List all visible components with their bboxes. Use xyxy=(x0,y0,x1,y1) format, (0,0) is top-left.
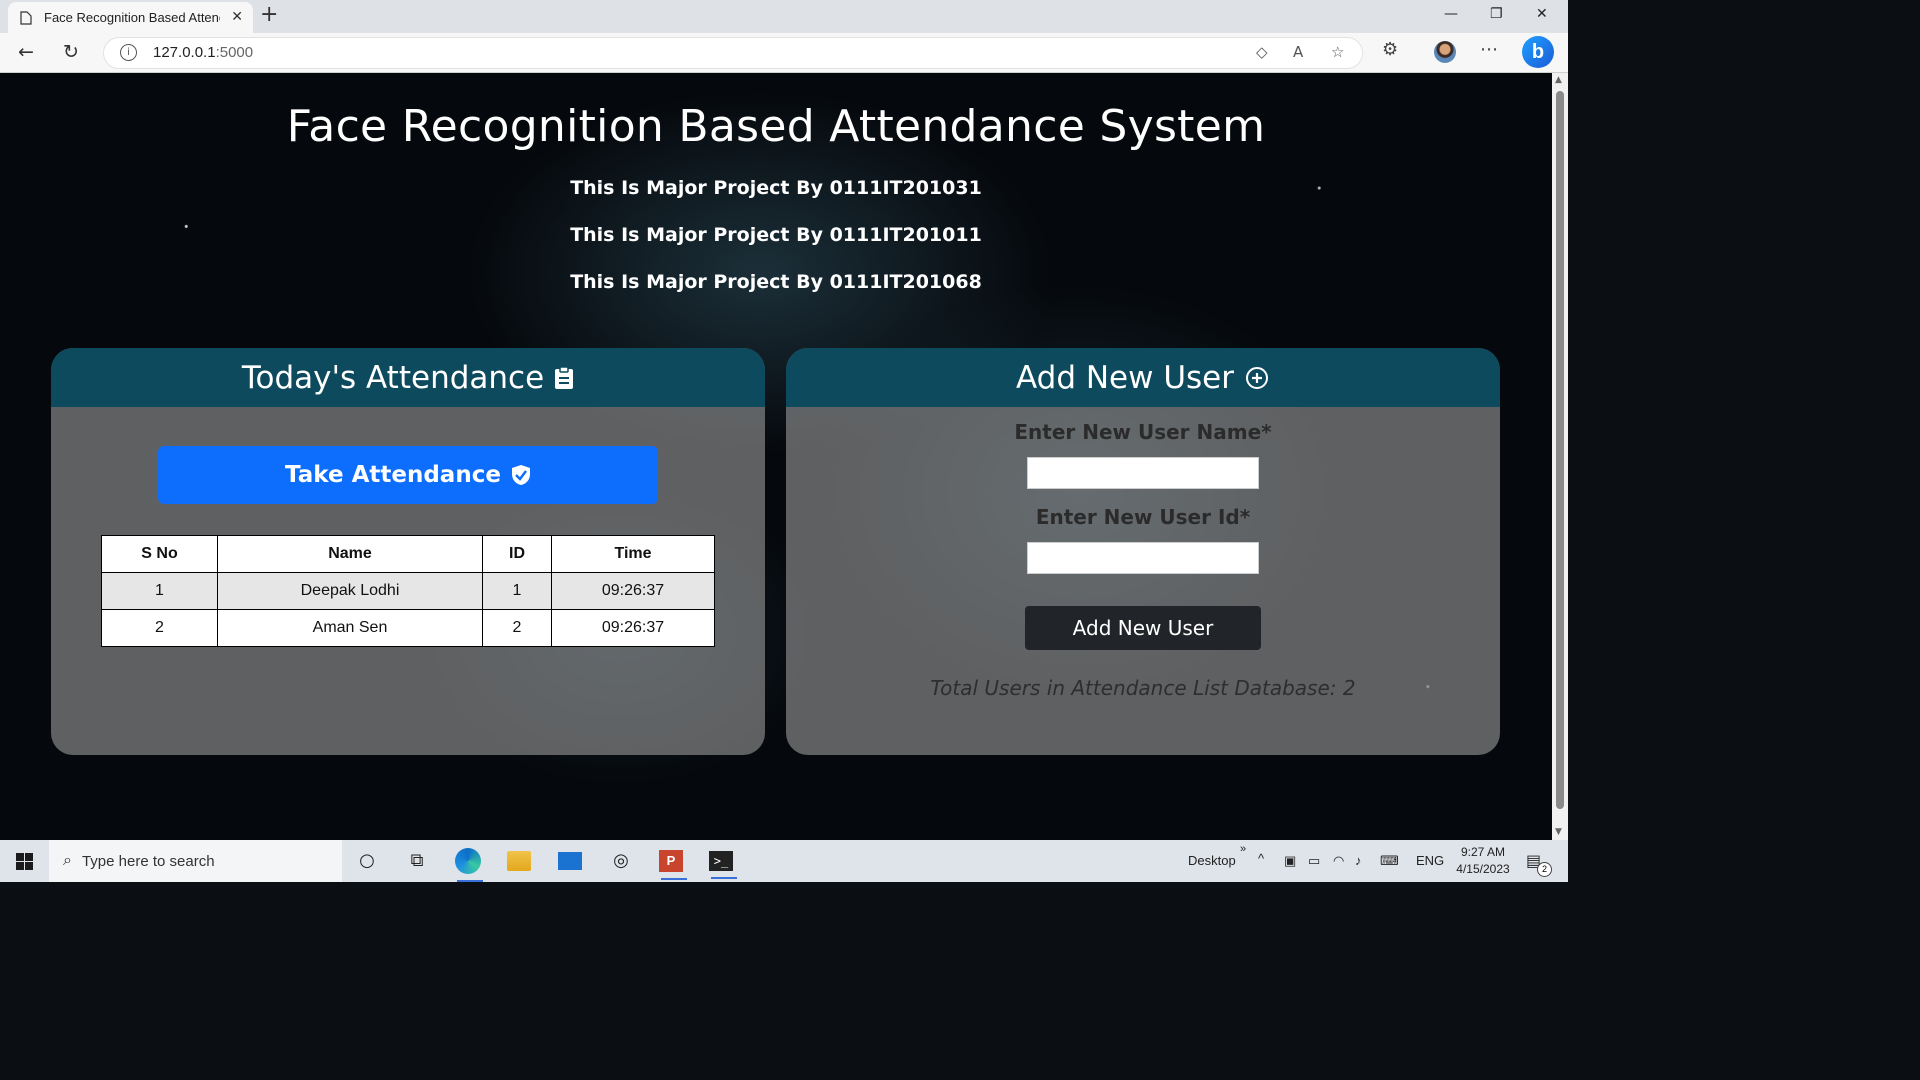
wifi-icon[interactable]: ◠ xyxy=(1333,853,1344,869)
attendance-table: S No Name ID Time 1 Deepak Lodhi 1 09:26… xyxy=(101,535,715,647)
attendance-header: Today's Attendance xyxy=(51,348,765,407)
user-id-label: Enter New User Id* xyxy=(1035,505,1251,529)
user-name-input[interactable] xyxy=(1027,457,1259,489)
cell-time: 09:26:37 xyxy=(551,609,715,647)
scroll-thumb[interactable] xyxy=(1556,91,1564,809)
page-title: Face Recognition Based Attendance System xyxy=(286,101,1266,152)
table-row: 1 Deepak Lodhi 1 09:26:37 xyxy=(101,572,715,610)
keyboard-icon[interactable]: ⌨ xyxy=(1380,853,1399,869)
take-attendance-label: Take Attendance xyxy=(285,462,501,488)
col-time: Time xyxy=(551,535,715,573)
reload-icon[interactable]: ↻ xyxy=(63,41,79,63)
address-bar-row: ← ↻ i 127.0.0.1:5000 ◇ A ☆ ⚙ ⋯ xyxy=(0,33,1568,73)
more-menu-icon[interactable]: ⋯ xyxy=(1480,39,1498,60)
volume-icon[interactable]: ♪ xyxy=(1355,853,1362,868)
add-user-panel: Add New User Enter New User Name* Enter … xyxy=(786,348,1500,755)
search-icon: ⌕ xyxy=(63,852,72,869)
taskbar: ⌕ Type here to search ○ ⧉ ◎ P >_ Desktop… xyxy=(0,840,1568,882)
task-view-icon[interactable]: ⧉ xyxy=(402,848,432,874)
cell-name: Aman Sen xyxy=(217,609,483,647)
restore-icon[interactable]: ❐ xyxy=(1490,6,1503,22)
language-indicator[interactable]: ENG xyxy=(1416,853,1444,868)
taskbar-search[interactable]: ⌕ Type here to search xyxy=(49,840,342,882)
mail-icon[interactable] xyxy=(558,852,582,870)
subtitle-3: This Is Major Project By 0111IT201068 xyxy=(570,271,982,293)
table-row: 2 Aman Sen 2 09:26:37 xyxy=(101,609,715,647)
add-user-heading: Add New User xyxy=(1016,359,1234,396)
clock-date: 4/15/2023 xyxy=(1456,862,1510,876)
tab-title: Face Recognition Based Attendar xyxy=(44,10,220,25)
terminal-icon[interactable]: >_ xyxy=(709,851,737,879)
cortana-icon[interactable]: ○ xyxy=(352,848,382,874)
cell-sno: 2 xyxy=(101,609,218,647)
edge-browser-icon[interactable] xyxy=(455,848,483,882)
cell-time: 09:26:37 xyxy=(551,572,715,610)
user-name-label: Enter New User Name* xyxy=(1014,420,1272,444)
tag-icon[interactable]: ◇ xyxy=(1256,43,1268,61)
subtitle-2: This Is Major Project By 0111IT201011 xyxy=(570,224,982,246)
col-id: ID xyxy=(482,535,552,573)
subtitle-1: This Is Major Project By 0111IT201031 xyxy=(570,177,982,199)
bing-icon[interactable]: b xyxy=(1522,36,1554,68)
scroll-up-icon[interactable]: ▲ xyxy=(1555,75,1562,85)
scroll-down-icon[interactable]: ▼ xyxy=(1555,827,1562,837)
user-id-input[interactable] xyxy=(1027,542,1259,574)
taskbar-clock[interactable]: 9:27 AM 4/15/2023 xyxy=(1448,844,1518,878)
page-scrollbar[interactable]: ▲ ▼ xyxy=(1552,73,1568,840)
browser-tab-strip: Face Recognition Based Attendar ✕ + — ❐ … xyxy=(0,0,1568,33)
clock-time: 9:27 AM xyxy=(1460,845,1506,859)
total-users-text: Total Users in Attendance List Database:… xyxy=(930,676,1356,700)
add-new-user-button[interactable]: Add New User xyxy=(1025,606,1261,650)
close-window-icon[interactable]: ✕ xyxy=(1536,6,1548,22)
attendance-heading: Today's Attendance xyxy=(241,359,545,396)
cell-id: 2 xyxy=(482,609,552,647)
clipboard-icon xyxy=(555,365,574,389)
page-viewport: Face Recognition Based Attendance System… xyxy=(0,73,1552,840)
profile-avatar[interactable] xyxy=(1434,41,1456,63)
cell-name: Deepak Lodhi xyxy=(217,572,483,610)
col-sno: S No xyxy=(101,535,218,573)
back-icon[interactable]: ← xyxy=(18,41,34,63)
shield-check-icon xyxy=(511,465,530,485)
powerpoint-icon[interactable]: P xyxy=(659,850,687,880)
site-info-icon[interactable]: i xyxy=(120,44,137,61)
show-hidden-icons-icon[interactable]: ^ xyxy=(1258,851,1264,866)
search-placeholder: Type here to search xyxy=(81,852,215,870)
minimize-icon[interactable]: — xyxy=(1444,6,1458,22)
page-icon xyxy=(20,10,32,25)
take-attendance-button[interactable]: Take Attendance xyxy=(158,446,658,504)
attendance-panel: Today's Attendance Take Attendance S No … xyxy=(51,348,765,755)
desktop-toolbar-label[interactable]: Desktop xyxy=(1188,853,1236,868)
add-user-header: Add New User xyxy=(786,348,1500,407)
extensions-icon[interactable]: ⚙ xyxy=(1382,39,1398,60)
cell-sno: 1 xyxy=(101,572,218,610)
windows-start-icon[interactable] xyxy=(16,853,33,870)
browser-tab[interactable]: Face Recognition Based Attendar ✕ xyxy=(8,2,253,33)
plus-circle-icon xyxy=(1246,366,1268,389)
favorite-star-icon[interactable]: ☆ xyxy=(1331,43,1344,61)
table-header-row: S No Name ID Time xyxy=(101,535,715,573)
device-icon[interactable]: ▣ xyxy=(1284,853,1296,869)
tab-close-icon[interactable]: ✕ xyxy=(231,8,243,25)
url-host: 127.0.0.1 xyxy=(153,44,216,61)
toolbar-expand-icon[interactable]: » xyxy=(1240,843,1246,855)
address-bar[interactable]: i 127.0.0.1:5000 ◇ A ☆ xyxy=(103,37,1363,69)
battery-icon[interactable]: ▭ xyxy=(1308,853,1320,869)
col-name: Name xyxy=(217,535,483,573)
media-player-icon[interactable]: ◎ xyxy=(606,848,636,874)
new-tab-button[interactable]: + xyxy=(260,4,278,26)
notification-count: 2 xyxy=(1537,862,1552,877)
read-aloud-icon[interactable]: A xyxy=(1293,43,1303,61)
file-explorer-icon[interactable] xyxy=(507,851,531,871)
url-text[interactable]: 127.0.0.1:5000 xyxy=(153,44,253,61)
url-port: :5000 xyxy=(215,44,254,61)
cell-id: 1 xyxy=(482,572,552,610)
